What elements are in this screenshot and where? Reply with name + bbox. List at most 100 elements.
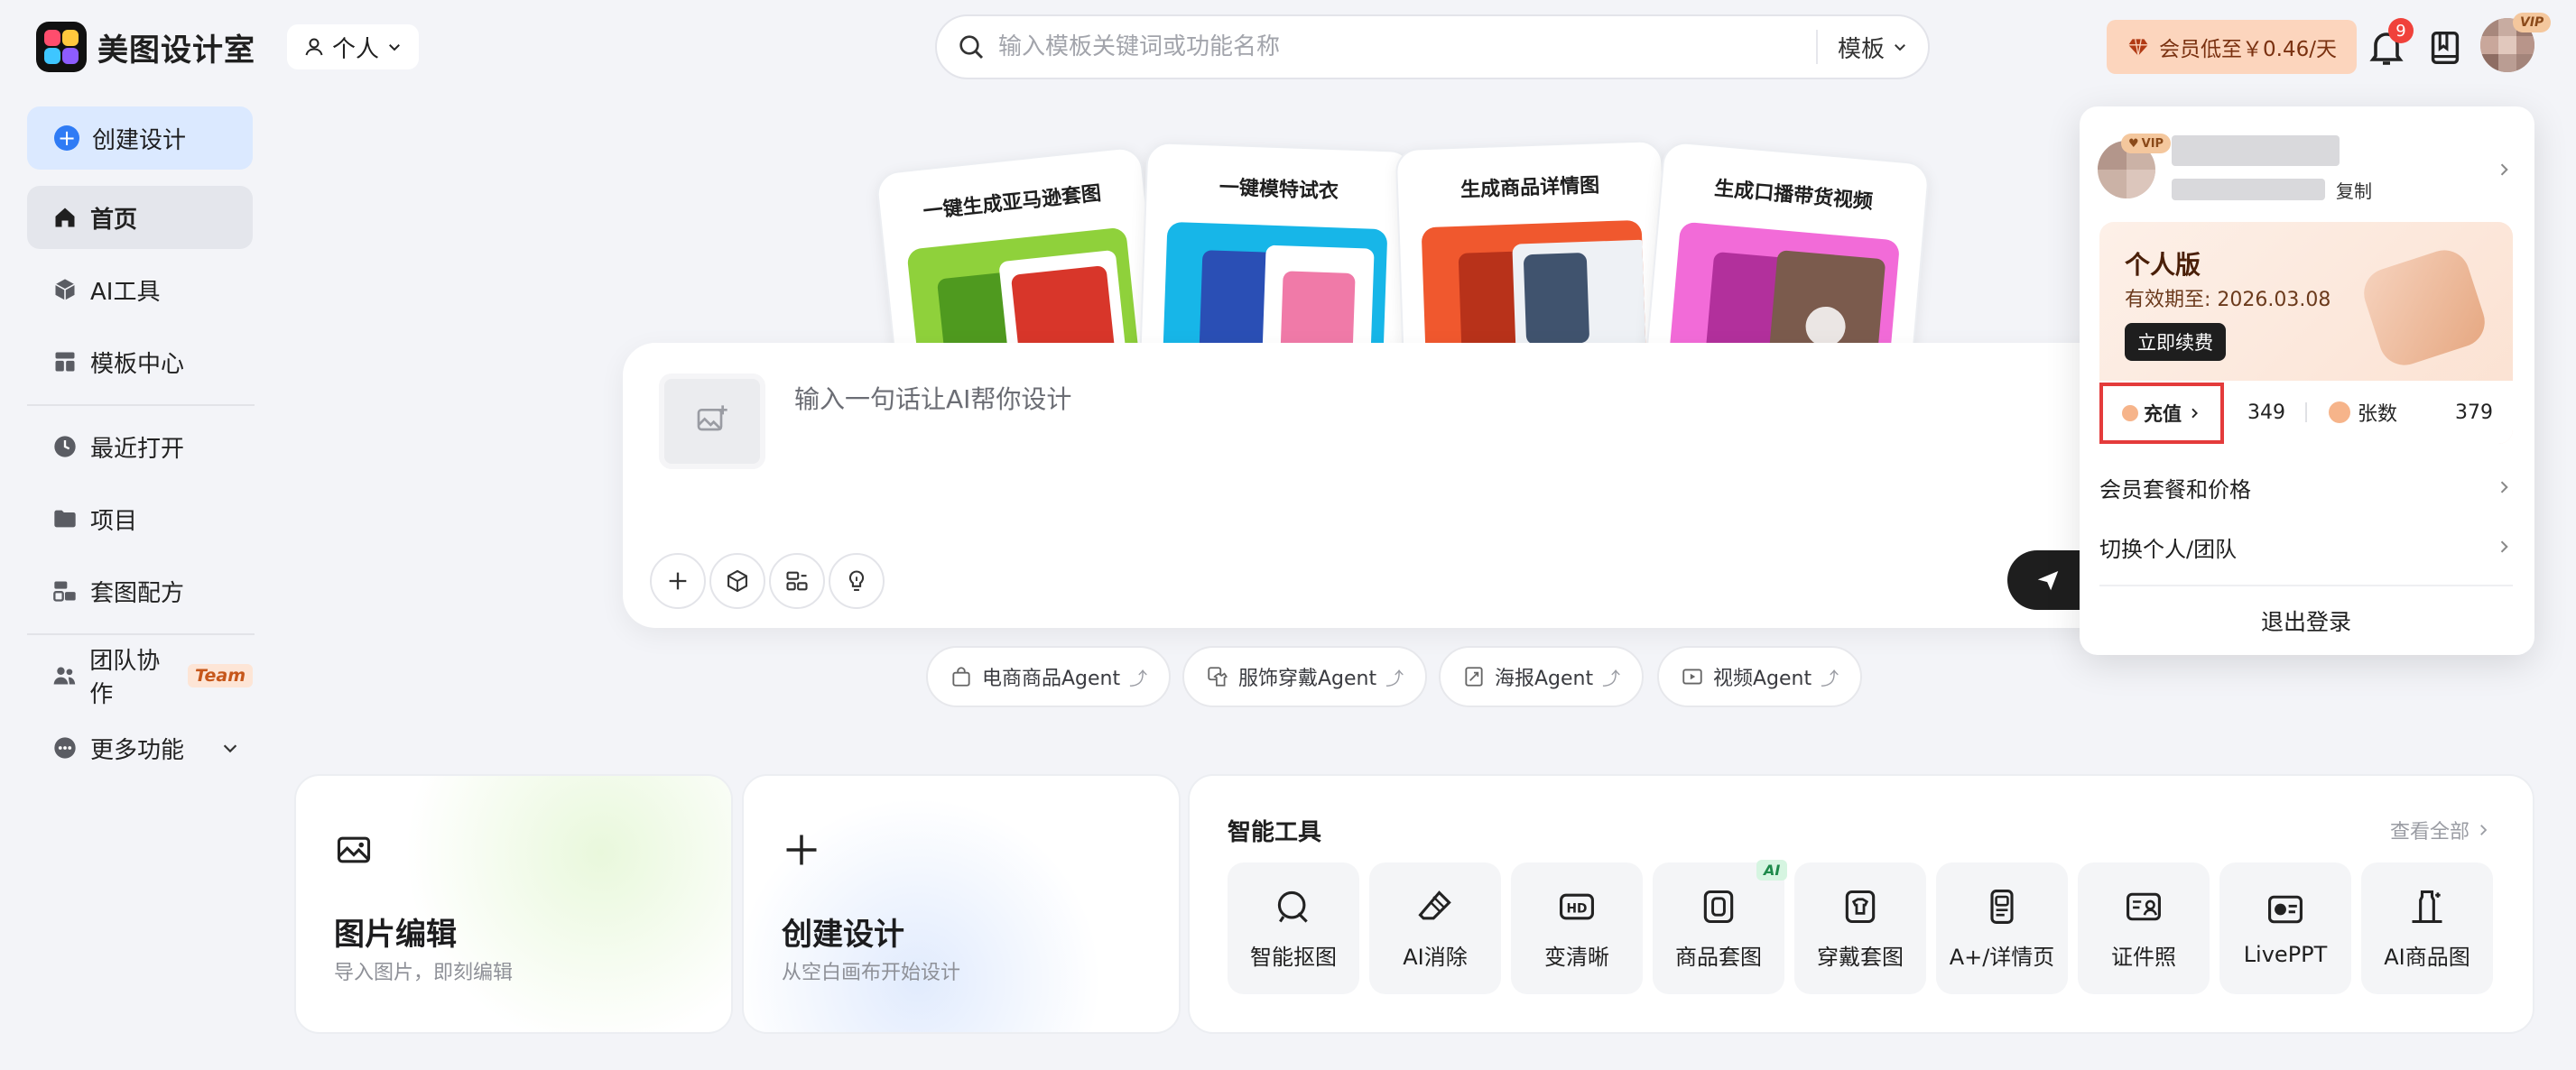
agent-apparel[interactable]: 服饰穿戴Agent ⤴	[1182, 646, 1428, 707]
chevron-right-icon[interactable]	[2495, 161, 2513, 179]
tool-enhance[interactable]: HD 变清晰	[1511, 862, 1643, 994]
card-title: 图片编辑	[334, 917, 457, 953]
tool-label: 证件照	[2111, 944, 2176, 970]
ppt-icon	[2268, 895, 2303, 924]
sidebar-item-label: AI工具	[90, 278, 161, 306]
copy-id-button[interactable]: 复制	[2336, 177, 2372, 203]
eraser-icon	[1418, 890, 1451, 919]
sidebar-item-label: 模板中心	[90, 350, 185, 378]
logo-mark-icon	[36, 22, 87, 72]
apparel-icon	[1208, 667, 1228, 687]
tool-id-photo[interactable]: 证件照	[2078, 862, 2210, 994]
bean-count: 349	[2247, 401, 2285, 424]
ai-badge: AI	[1756, 860, 1788, 881]
app-logo[interactable]: 美图设计室	[36, 22, 255, 72]
bean-icon	[2122, 405, 2138, 421]
mode-label: 个人	[332, 35, 380, 63]
account-mode-switch[interactable]: 个人	[287, 24, 420, 69]
tool-live-ppt[interactable]: LivePPT	[2219, 862, 2351, 994]
renew-button[interactable]: 立即续费	[2125, 323, 2226, 361]
folder-icon	[54, 510, 76, 528]
product-photo-icon	[2412, 890, 2442, 923]
view-all-link[interactable]: 查看全部	[2390, 816, 2491, 844]
sidebar-item-label: 更多功能	[90, 736, 185, 764]
chevron-down-icon	[389, 44, 400, 51]
sidebar-item-label: 套图配方	[90, 579, 185, 607]
agent-video[interactable]: 视频Agent ⤴	[1657, 646, 1863, 707]
sidebar-item-ai-tools[interactable]: AI工具	[27, 258, 253, 321]
layout-icon	[786, 571, 808, 591]
avatar-vip-badge: VIP	[2513, 13, 2552, 32]
sheets-label: 张数	[2358, 403, 2398, 426]
vip-promo-button[interactable]: 会员低至￥0.46/天	[2107, 20, 2357, 74]
ai-prompt-input[interactable]	[794, 377, 1877, 420]
recharge-button[interactable]: 充值	[2099, 383, 2224, 444]
sidebar-item-label: 团队协作	[89, 648, 161, 708]
menu-label: 会员套餐和价格	[2099, 476, 2251, 503]
sidebar-item-label: 最近打开	[90, 435, 185, 463]
id-photo-icon	[2127, 892, 2161, 920]
tool-label: LivePPT	[2243, 942, 2328, 967]
tool-smart-cutout[interactable]: 智能抠图	[1228, 862, 1359, 994]
sidebar-item-templates[interactable]: 模板中心	[27, 330, 253, 393]
username-redacted	[2172, 135, 2340, 166]
create-design-card[interactable]: 创建设计 从空白画布开始设计	[742, 774, 1181, 1034]
tool-apparel-set[interactable]: 穿戴套图	[1794, 862, 1926, 994]
sidebar-item-recipes[interactable]: 套图配方	[27, 559, 253, 623]
guide-button[interactable]	[2424, 27, 2466, 69]
ai-model-button[interactable]	[709, 553, 765, 609]
apparel-set-icon	[1845, 890, 1876, 923]
logout-button[interactable]: 退出登录	[2099, 595, 2513, 646]
ai-layout-button[interactable]	[769, 553, 825, 609]
tool-ai-erase[interactable]: AI消除	[1369, 862, 1501, 994]
ai-inspiration-button[interactable]	[829, 553, 885, 609]
menu-label: 切换个人/团队	[2099, 536, 2238, 562]
sidebar-item-more[interactable]: 更多功能	[27, 716, 253, 779]
book-icon	[2431, 31, 2460, 65]
sidebar-item-recent[interactable]: 最近打开	[27, 415, 253, 478]
tool-label: 变清晰	[1544, 944, 1609, 970]
user-id-redacted	[2172, 179, 2325, 200]
menu-membership-pricing[interactable]: 会员套餐和价格	[2099, 460, 2513, 514]
app-name: 美图设计室	[97, 32, 255, 69]
tool-ai-product-photo[interactable]: AI商品图	[2361, 862, 2493, 994]
sidebar-item-home[interactable]: 首页	[27, 186, 253, 249]
sidebar-item-projects[interactable]: 项目	[27, 487, 253, 550]
search-type-label: 模板	[1837, 35, 1885, 63]
agent-label: 海报Agent	[1495, 668, 1594, 690]
image-upload-slot[interactable]	[659, 374, 765, 469]
plus-icon: +	[54, 125, 79, 151]
image-icon	[337, 836, 371, 863]
search-type-select[interactable]: 模板	[1838, 31, 1908, 64]
sidebar-item-team[interactable]: 团队协作 Team	[27, 644, 253, 708]
menu-switch-account[interactable]: 切换个人/团队	[2099, 520, 2513, 574]
dropdown-vip-text: VIP	[2141, 136, 2164, 151]
arrow-up-right-icon: ⤴	[1821, 667, 1839, 689]
search-input[interactable]	[998, 33, 1796, 60]
chevron-down-icon	[1895, 44, 1905, 51]
image-edit-card[interactable]: 图片编辑 导入图片，即刻编辑	[294, 774, 733, 1034]
tool-label: 穿戴套图	[1817, 944, 1904, 970]
lightbulb-icon	[848, 570, 865, 591]
arrow-up-right-icon: ⤴	[1602, 667, 1621, 689]
sheets-count: 379	[2455, 401, 2493, 424]
tool-product-set[interactable]: 商品套图	[1653, 862, 1784, 994]
heart-icon: ♥	[2128, 136, 2139, 151]
agent-poster[interactable]: 海报Agent ⤴	[1439, 646, 1645, 707]
hd-icon: HD	[1560, 893, 1594, 919]
smart-tools-title: 智能工具	[1228, 819, 1322, 846]
agent-ecommerce[interactable]: 电商商品Agent ⤴	[926, 646, 1172, 707]
cube-icon	[55, 279, 75, 300]
template-card-title: 一键模特试衣	[1219, 176, 1339, 204]
diamond-icon	[2128, 39, 2148, 56]
plus-icon	[786, 835, 817, 865]
chevron-down-icon	[223, 744, 237, 753]
ai-add-button[interactable]	[650, 553, 706, 609]
sidebar-divider	[27, 633, 255, 635]
tool-detail-page[interactable]: A+/详情页	[1936, 862, 2068, 994]
sidebar-divider	[27, 404, 255, 406]
coin-icon	[2329, 401, 2350, 423]
plus-icon	[669, 572, 687, 590]
sidebar-item-label: 项目	[90, 507, 138, 535]
create-design-button[interactable]: + 创建设计	[27, 106, 253, 170]
